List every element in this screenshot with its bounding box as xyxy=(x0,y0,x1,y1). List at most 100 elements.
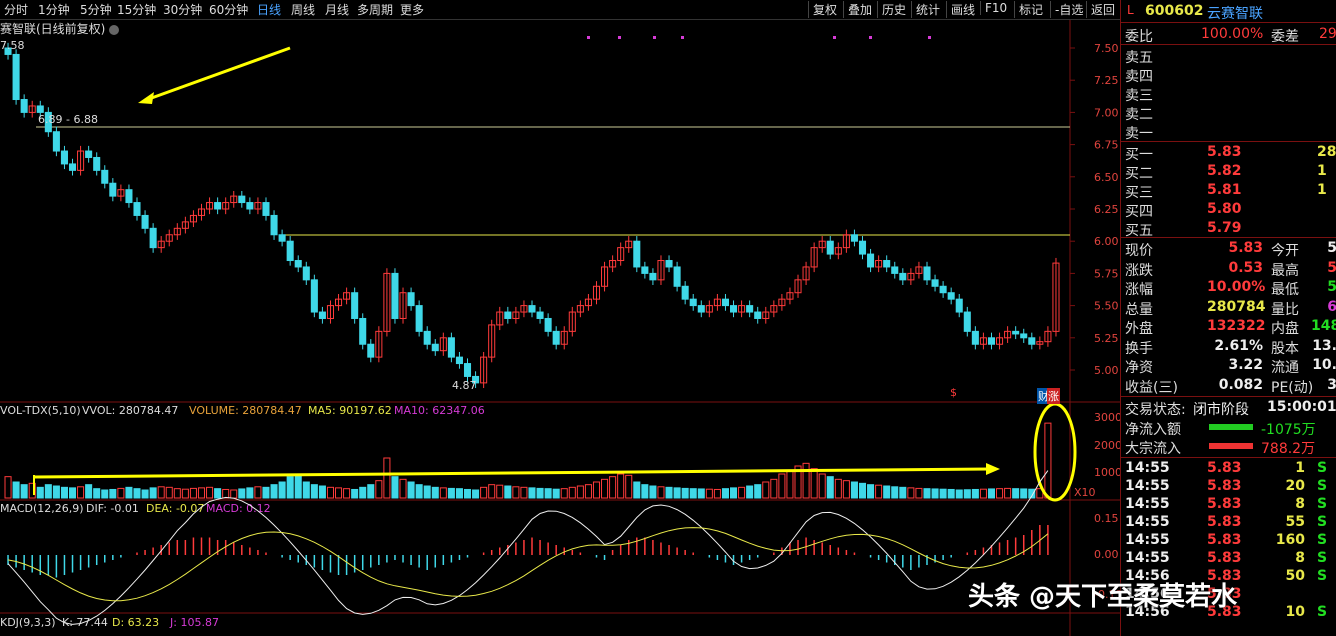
volume-bar xyxy=(987,488,996,499)
volume-bar xyxy=(875,484,883,499)
quote-label-2: 流通 xyxy=(1271,360,1299,376)
tick-time: 14:55 xyxy=(1125,496,1170,512)
volume-bar xyxy=(44,484,52,499)
buy-row: 买一 5.83 28 xyxy=(1121,143,1336,163)
volume-bar xyxy=(262,486,270,499)
trade-status-label: 交易状态: xyxy=(1125,402,1186,418)
candle-body xyxy=(826,240,834,255)
quote-label-2: 量比 xyxy=(1271,301,1299,318)
sell-row: 卖三 xyxy=(1121,84,1336,104)
tick-side: S xyxy=(1317,568,1328,584)
candle-body xyxy=(238,195,246,204)
quote-value: 0.53 xyxy=(1228,259,1263,276)
volume-bar xyxy=(778,473,786,499)
stock-code: 600602 xyxy=(1145,3,1204,19)
tick-side: S xyxy=(1317,496,1328,512)
tick-row: 14:55 5.83 55 S xyxy=(1121,513,1336,532)
vol-tick-0: 30000 xyxy=(1094,411,1120,424)
volume-bar xyxy=(568,486,576,499)
volume-bar xyxy=(996,488,1004,499)
main-chart-area[interactable]: 7.50 7.25 7.00 6.75 6.50 6.25 6.00 5.75 5.50 5.25… xyxy=(0,0,1120,636)
quote-label: 涨幅 xyxy=(1125,282,1153,298)
vol-tick-1: 20000 xyxy=(1094,439,1120,452)
candle-body xyxy=(858,240,867,255)
candle-body xyxy=(504,311,512,319)
annotation-arrow-2 xyxy=(33,467,991,479)
label-range: 6.89 - 6.88 xyxy=(38,113,98,126)
quote-value-2: 13. xyxy=(1312,337,1336,354)
stock-header: L 600602 云赛智联 xyxy=(1121,2,1336,22)
volume-bar xyxy=(335,487,343,499)
flow-block-bar xyxy=(1209,443,1253,449)
volume-bar xyxy=(786,470,794,499)
volume-bar xyxy=(189,487,197,499)
volume-bar xyxy=(826,476,834,499)
tick-volume: 20 xyxy=(1285,478,1305,494)
quote-panel: L 600602 云赛智联 委比 100.00% 委差 29 卖五 卖四 卖三 卖二卖… xyxy=(1120,0,1336,636)
candle-body xyxy=(955,298,963,313)
candle-body xyxy=(286,240,294,262)
volume-bar xyxy=(834,478,842,499)
volume-bar xyxy=(431,486,439,499)
buy-row: 买四 5.80 xyxy=(1121,200,1336,220)
buy-label: 买四 xyxy=(1125,204,1153,220)
candle-body xyxy=(665,260,673,268)
quote-label: 换手 xyxy=(1125,340,1153,357)
tick-volume: 8 xyxy=(1295,496,1305,512)
tick-row: 14:55 5.83 160 S xyxy=(1121,531,1336,550)
candle-body xyxy=(367,343,375,358)
volume-bar xyxy=(455,488,463,499)
volume-bar xyxy=(415,484,423,499)
volume-bar xyxy=(576,485,584,499)
candle-body xyxy=(463,363,472,377)
tick-side: S xyxy=(1317,514,1328,530)
buy-volume: 28 xyxy=(1317,144,1336,160)
volume-bar xyxy=(818,473,826,499)
candle-body xyxy=(85,150,93,158)
volume-bar xyxy=(762,481,770,499)
tick-time: 14:55 xyxy=(1125,514,1170,530)
price-tick-5: 6.25 xyxy=(1094,203,1119,216)
quote-label: 总量 xyxy=(1125,301,1153,318)
candle-body xyxy=(36,105,44,113)
candle-body xyxy=(431,343,439,352)
candle-body xyxy=(270,214,278,236)
candle-body xyxy=(246,202,254,210)
candle-body xyxy=(867,253,875,268)
sell-row: 卖二 xyxy=(1121,103,1336,123)
volume-bar xyxy=(584,484,592,499)
candle-body xyxy=(149,227,157,249)
quote-value: 10.00% xyxy=(1207,279,1266,295)
vol-unit: X10 xyxy=(1074,486,1096,499)
candle-body xyxy=(673,266,681,287)
quote-row: 现价 5.83 今开 5 xyxy=(1121,239,1336,259)
annotation-arrow-1 xyxy=(145,46,291,102)
quote-value: 5.83 xyxy=(1228,240,1263,256)
volume-bar xyxy=(867,484,875,499)
tick-volume: 1 xyxy=(1295,460,1305,476)
label-high: 7.58 xyxy=(0,39,25,52)
candle-body xyxy=(318,311,326,319)
quote-value-2: 5 xyxy=(1327,279,1336,295)
candle-body xyxy=(536,311,544,319)
tick-side: S xyxy=(1317,532,1328,548)
candle-body xyxy=(302,266,310,281)
tick-volume: 10 xyxy=(1285,604,1305,620)
quote-value: 280784 xyxy=(1207,298,1266,315)
signal-dot-6 xyxy=(928,36,931,39)
price-tick-2: 7.00 xyxy=(1094,106,1119,119)
price-tick-3: 6.75 xyxy=(1094,139,1119,152)
tick-side: S xyxy=(1317,550,1328,566)
volume-bar xyxy=(657,486,665,499)
candle-body xyxy=(52,131,60,152)
candle-body xyxy=(455,356,463,365)
volume-bar xyxy=(883,485,891,499)
candle-body xyxy=(12,53,20,101)
volume-bar xyxy=(705,488,713,499)
candle-body xyxy=(891,266,899,274)
trade-status-value: 闭市阶段 xyxy=(1193,402,1249,418)
quote-row: 涨幅 10.00% 最低 5 xyxy=(1121,278,1336,298)
signal-dot-5 xyxy=(869,36,872,39)
volume-bar xyxy=(197,487,206,499)
volume-bar xyxy=(391,476,399,499)
